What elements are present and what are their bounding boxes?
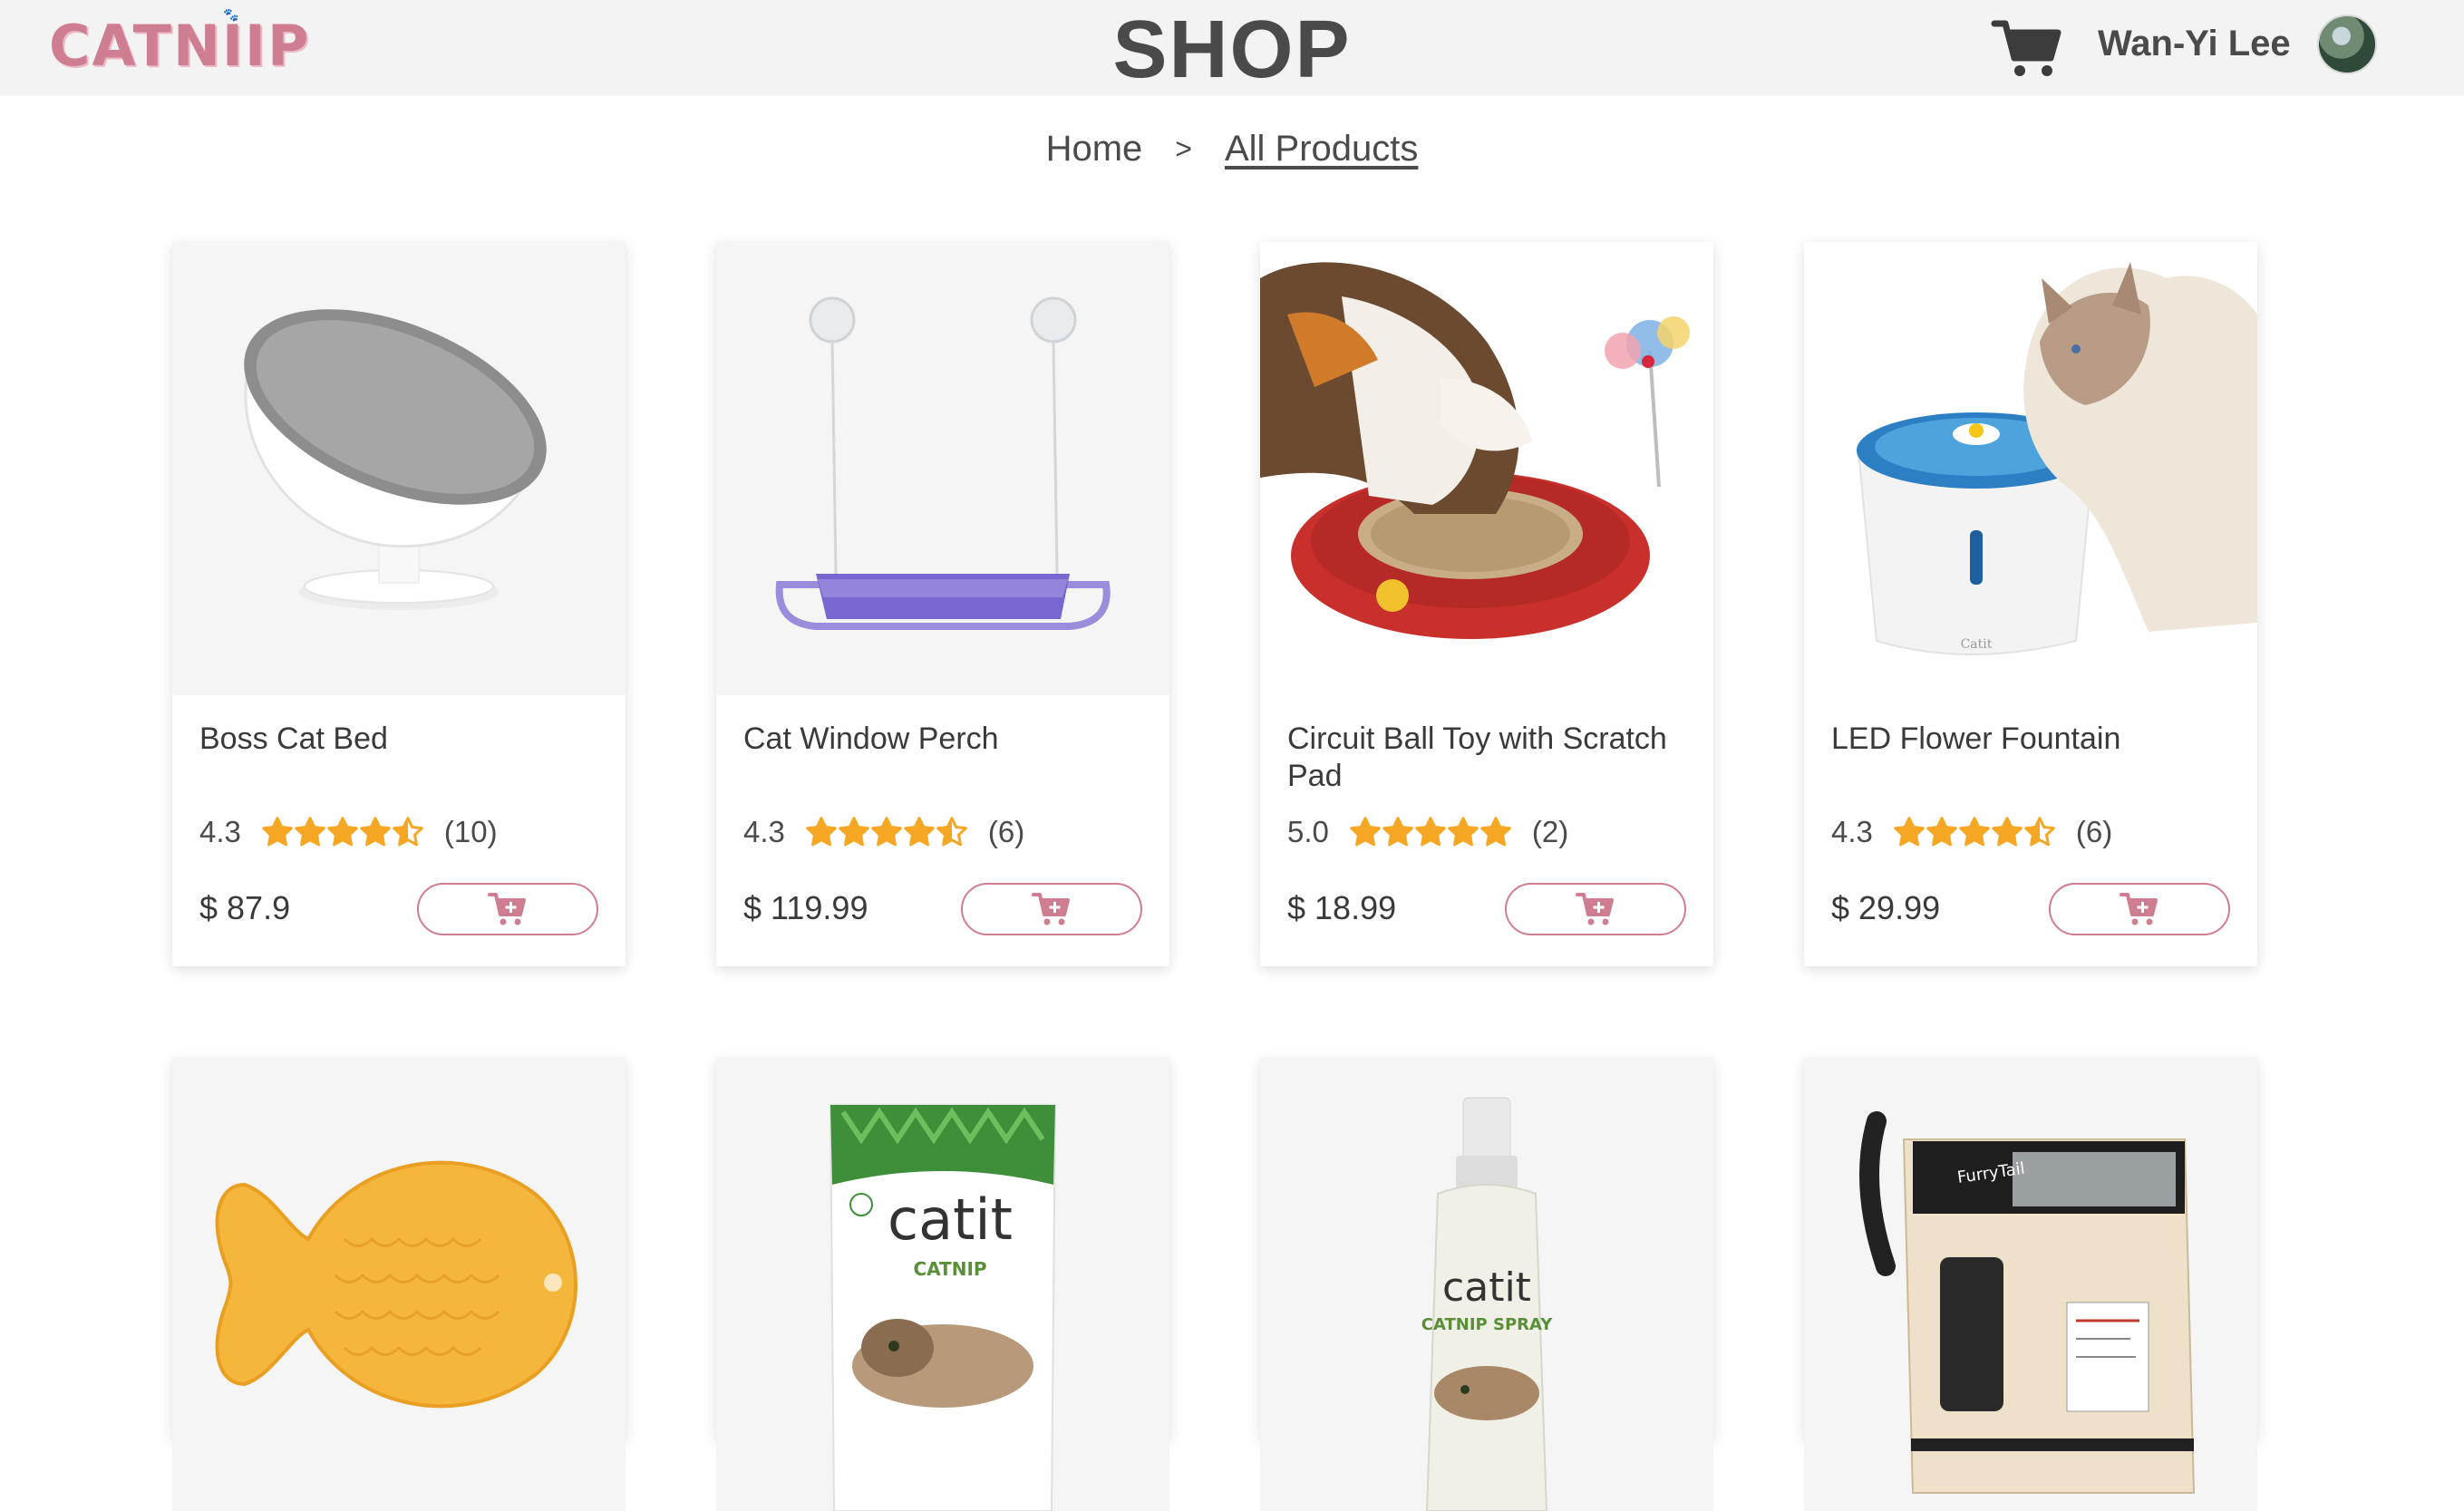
catnip-spray-label: CATNIP SPRAY — [1421, 1315, 1553, 1334]
add-to-cart-button[interactable] — [2049, 883, 2230, 935]
page-title: SHOP — [1112, 5, 1352, 95]
star-full-icon — [360, 817, 391, 847]
star-full-icon — [327, 817, 358, 847]
breadcrumb-home-link[interactable]: Home — [1046, 129, 1143, 170]
star-full-icon — [1959, 817, 1990, 847]
star-rating — [1349, 816, 1512, 848]
add-to-cart-button[interactable] — [417, 883, 598, 935]
top-navigation-bar: CATNIIP 🐾 SHOP Wan-Yi Lee — [0, 0, 2464, 96]
rating-value: 4.3 — [199, 815, 241, 848]
product-name[interactable]: LED Flower Fountain — [1831, 721, 2230, 758]
rating-value: 4.3 — [1831, 815, 1873, 848]
product-card[interactable]: FurryTail — [1804, 1058, 2257, 1511]
star-full-icon — [1926, 817, 1957, 847]
product-card[interactable]: Circuit Ball Toy with Scratch Pad 5.0 (2… — [1260, 242, 1713, 966]
product-price: $ 87.9 — [199, 889, 291, 926]
product-image-boss-cat-bed[interactable] — [172, 242, 626, 695]
fountain-brand-label: Catit — [1961, 637, 1993, 652]
product-card[interactable]: catit CATNIP SPRAY — [1260, 1058, 1713, 1511]
product-image-circuit-ball-toy[interactable] — [1260, 242, 1713, 695]
star-full-icon — [1350, 817, 1381, 847]
add-to-cart-icon — [1576, 893, 1614, 925]
product-card[interactable]: Catit LED Flower Fountain 4.3 (6) $ 29.9… — [1804, 242, 2257, 966]
product-rating: 4.3 (10) — [199, 815, 498, 849]
star-full-icon — [262, 817, 293, 847]
rating-value: 5.0 — [1287, 815, 1329, 848]
user-name[interactable]: Wan-Yi Lee — [2098, 24, 2291, 64]
star-full-icon — [1415, 817, 1446, 847]
add-to-cart-button[interactable] — [961, 883, 1142, 935]
product-image-furrytail-backpack[interactable]: FurryTail — [1804, 1058, 2257, 1511]
review-count[interactable]: (10) — [444, 815, 498, 849]
shopping-cart-icon[interactable] — [1991, 16, 2063, 80]
product-image-fish-lick-mat[interactable] — [172, 1058, 626, 1511]
catnip-bag-label: CATNIP — [913, 1258, 986, 1280]
breadcrumb-all-products-link[interactable]: All Products — [1225, 129, 1418, 170]
star-full-icon — [1382, 817, 1413, 847]
add-to-cart-icon — [1032, 893, 1070, 925]
add-to-cart-button[interactable] — [1505, 883, 1686, 935]
star-rating — [261, 816, 424, 848]
catnip-spray-brand: catit — [1442, 1264, 1531, 1311]
product-card[interactable]: catit CATNIP — [716, 1058, 1169, 1511]
star-full-icon — [904, 817, 935, 847]
product-rating: 5.0 (2) — [1287, 815, 1568, 849]
star-half-icon — [936, 817, 967, 847]
review-count[interactable]: (6) — [2076, 815, 2112, 849]
star-full-icon — [871, 817, 902, 847]
product-image-catit-catnip-spray[interactable]: catit CATNIP SPRAY — [1260, 1058, 1713, 1511]
star-full-icon — [295, 817, 325, 847]
product-rating: 4.3 (6) — [1831, 815, 2112, 849]
breadcrumb-separator: > — [1175, 131, 1192, 165]
product-card[interactable] — [172, 1058, 626, 1511]
review-count[interactable]: (2) — [1532, 815, 1568, 849]
product-image-led-flower-fountain[interactable]: Catit — [1804, 242, 2257, 695]
product-price: $ 29.99 — [1831, 889, 1941, 926]
product-name[interactable]: Circuit Ball Toy with Scratch Pad — [1287, 721, 1686, 795]
star-half-icon — [393, 817, 423, 847]
product-card[interactable]: Cat Window Perch 4.3 (6) $ 119.99 — [716, 242, 1169, 966]
product-price: $ 119.99 — [743, 889, 868, 926]
star-rating — [805, 816, 968, 848]
user-avatar[interactable] — [2317, 15, 2377, 74]
add-to-cart-icon — [488, 893, 526, 925]
breadcrumb: Home > All Products — [0, 127, 2464, 170]
star-half-icon — [2024, 817, 2055, 847]
rating-value: 4.3 — [743, 815, 785, 848]
review-count[interactable]: (6) — [988, 815, 1024, 849]
product-name[interactable]: Boss Cat Bed — [199, 721, 598, 758]
catnip-bag-brand: catit — [888, 1187, 1013, 1253]
product-image-catit-catnip-bag[interactable]: catit CATNIP — [716, 1058, 1169, 1511]
product-card[interactable]: Boss Cat Bed 4.3 (10) $ 87.9 — [172, 242, 626, 966]
star-full-icon — [1448, 817, 1479, 847]
star-full-icon — [1992, 817, 2023, 847]
star-rating — [1893, 816, 2056, 848]
product-price: $ 18.99 — [1287, 889, 1397, 926]
add-to-cart-icon — [2120, 893, 2158, 925]
product-name[interactable]: Cat Window Perch — [743, 721, 1142, 758]
star-full-icon — [806, 817, 837, 847]
star-full-icon — [1894, 817, 1925, 847]
product-image-cat-window-perch[interactable] — [716, 242, 1169, 695]
star-full-icon — [1480, 817, 1511, 847]
product-rating: 4.3 (6) — [743, 815, 1024, 849]
star-full-icon — [839, 817, 869, 847]
